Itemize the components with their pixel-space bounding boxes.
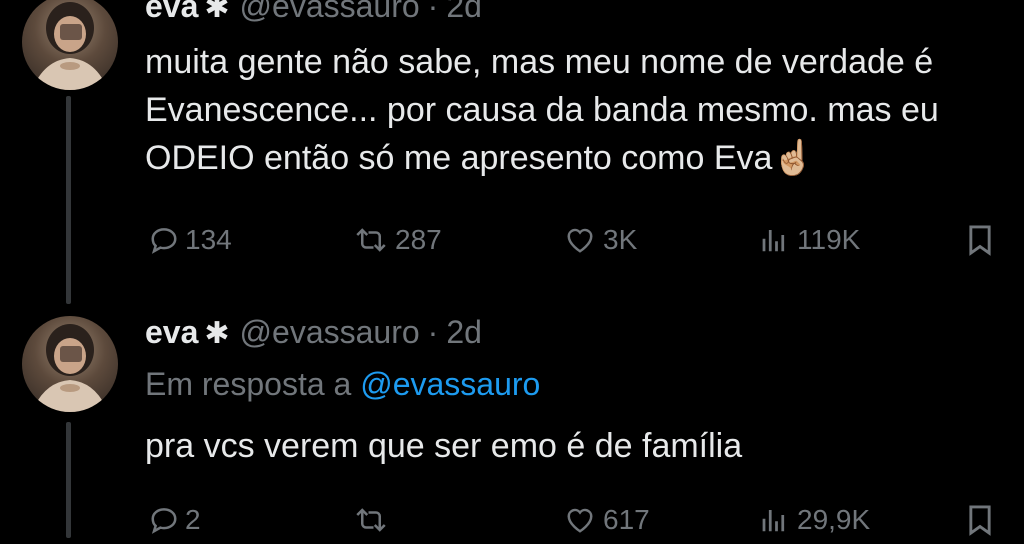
view-count: 29,9K [797, 504, 871, 535]
separator: · [427, 314, 439, 350]
reply-context: Em resposta a @evassauro [145, 364, 540, 404]
tweet-header: eva ✱ @evassauro · 2d [145, 0, 482, 28]
reply-button[interactable]: 134 [149, 216, 232, 264]
avatar-photo-icon [32, 324, 108, 412]
reply-count: 2 [185, 504, 201, 535]
like-button[interactable]: 617 [563, 496, 650, 544]
author-name[interactable]: eva [145, 0, 198, 24]
tweet-text-line: pra vcs verem que ser emo é de família [145, 427, 743, 465]
views-button[interactable]: 29,9K [757, 496, 870, 544]
author-handle[interactable]: @evassauro [240, 314, 420, 350]
view-count: 119K [797, 224, 861, 255]
avatar[interactable] [22, 316, 118, 412]
reply-bubble-icon [151, 228, 177, 254]
tweet-text-line: ODEIO então só me apresento como Eva☝🏼 [145, 139, 815, 177]
badge-icon: ✱ [204, 317, 230, 350]
retweet-button[interactable] [353, 496, 395, 544]
reply-count: 134 [185, 224, 232, 255]
heart-icon [567, 228, 593, 253]
tweet[interactable]: eva ✱ @evassauro · 2d muita gente não sabe, … [0, 0, 1024, 300]
tweet-text: muita gente não sabe, mas meu nome de ve… [145, 38, 939, 182]
like-button[interactable]: 3K [563, 216, 637, 264]
timestamp[interactable]: 2d [446, 314, 482, 350]
bookmark-icon [969, 225, 991, 256]
tweet[interactable]: eva ✱ @evassauro · 2d Em resposta a @evassau… [0, 300, 1024, 538]
retweet-count: 287 [395, 224, 442, 255]
like-count: 3K [603, 224, 638, 255]
avatar-photo-icon [32, 2, 108, 90]
bookmark-icon [969, 505, 991, 536]
reply-bubble-icon [151, 508, 177, 534]
retweet-button[interactable]: 287 [353, 216, 442, 264]
tweet-actions: 134 287 3K 119K [145, 216, 1015, 264]
tweet-text-line: muita gente não sabe, mas meu nome de ve… [145, 43, 934, 81]
views-bar-chart-icon [762, 230, 785, 252]
tweet-header: eva ✱ @evassauro · 2d [145, 312, 482, 354]
heart-icon [567, 508, 593, 533]
tweet-text: pra vcs verem que ser emo é de família [145, 422, 742, 470]
retweet-arrows-icon [356, 228, 386, 252]
views-button[interactable]: 119K [757, 216, 860, 264]
reply-mention-link[interactable]: @evassauro [360, 366, 540, 402]
avatar[interactable] [22, 0, 118, 90]
separator: · [427, 0, 439, 24]
author-name[interactable]: eva [145, 314, 198, 350]
bookmark-button[interactable] [965, 216, 995, 264]
views-bar-chart-icon [762, 510, 785, 532]
timestamp[interactable]: 2d [446, 0, 482, 24]
badge-icon: ✱ [204, 0, 230, 24]
like-count: 617 [603, 504, 650, 535]
bookmark-button[interactable] [965, 496, 995, 544]
tweet-text-line: Evanescence... por causa da banda mesmo.… [145, 91, 939, 129]
reply-prefix: Em resposta a [145, 366, 352, 402]
author-handle[interactable]: @evassauro [240, 0, 420, 24]
retweet-arrows-icon [356, 508, 386, 532]
tweet-actions: 2 617 29,9K [145, 496, 1015, 544]
reply-button[interactable]: 2 [149, 496, 201, 544]
